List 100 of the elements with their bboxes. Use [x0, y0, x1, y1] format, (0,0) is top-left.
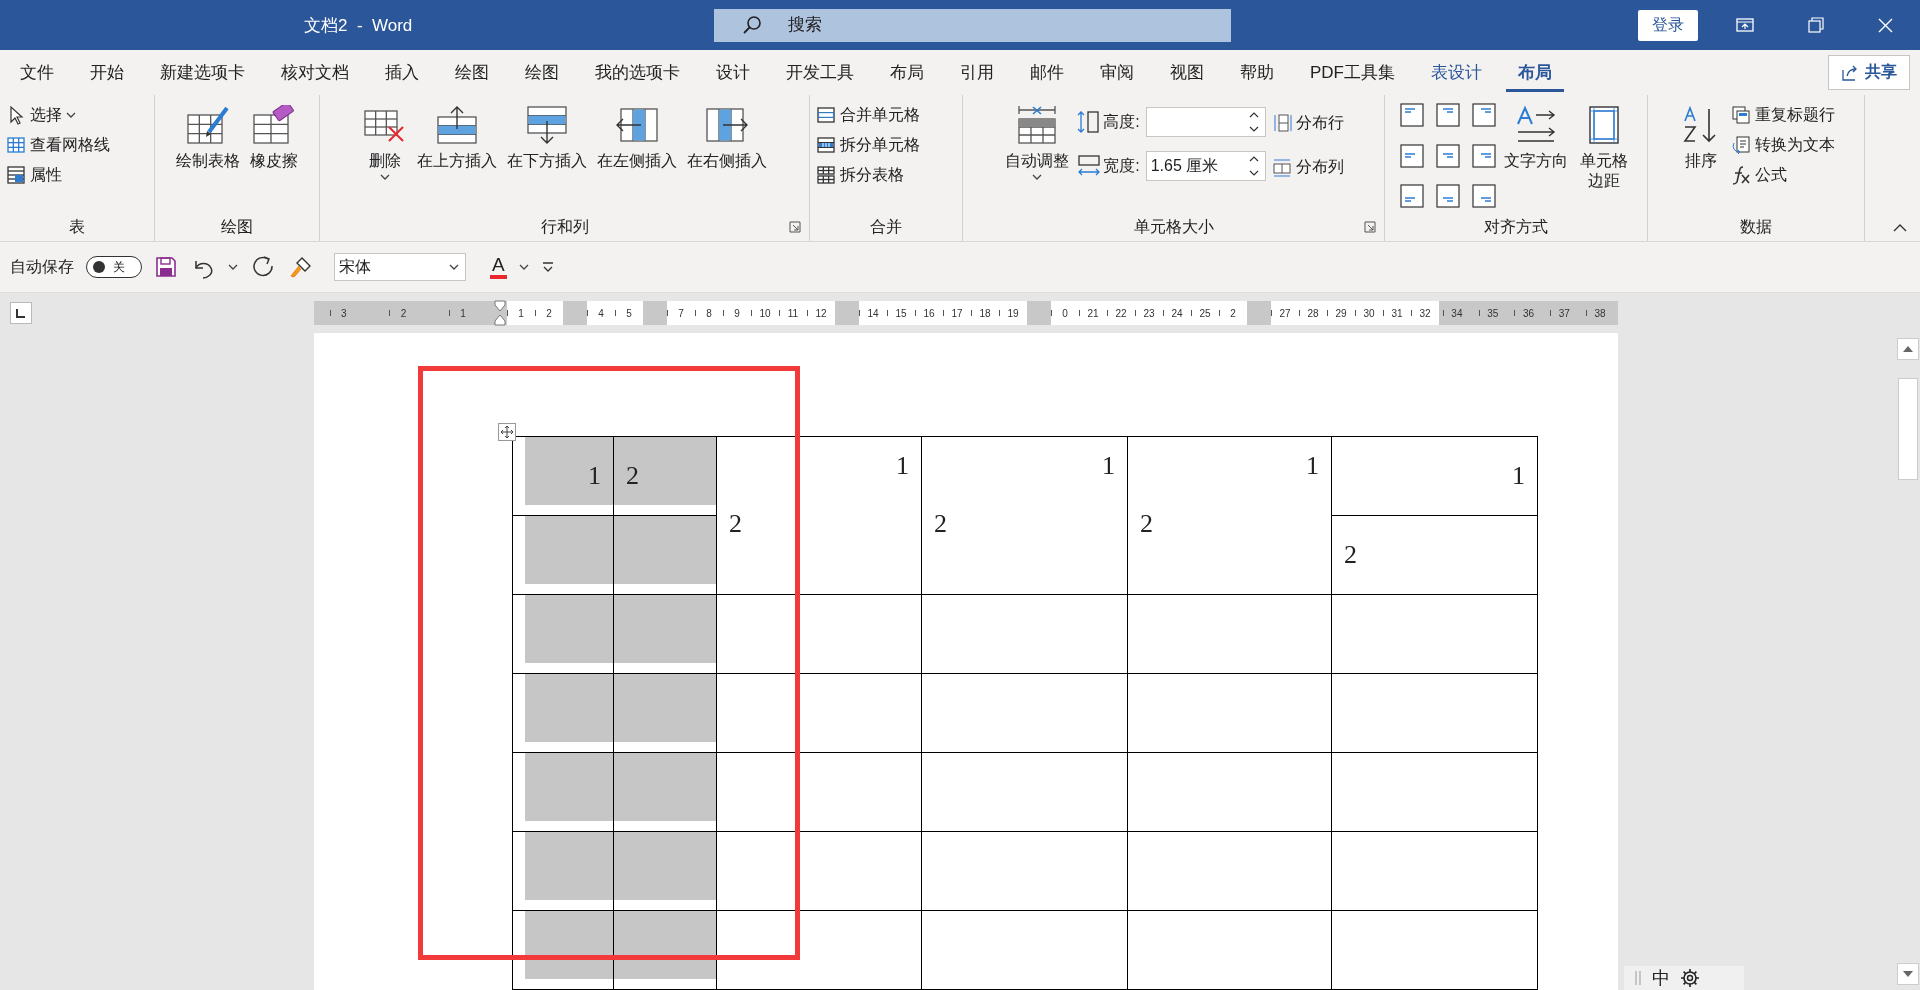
grip-icon[interactable] — [1634, 969, 1642, 987]
row-height-icon — [1077, 110, 1102, 134]
share-button[interactable]: 共享 — [1828, 55, 1910, 90]
spinner-arrows-icon[interactable] — [1248, 154, 1259, 178]
ribbon-tab[interactable]: 审阅 — [1088, 53, 1146, 92]
cell-alignment-icon[interactable] — [1400, 103, 1425, 127]
ribbon-button[interactable]: 在右侧插入 — [684, 101, 769, 213]
window-title: 文档2 - Word — [304, 14, 414, 37]
ribbon-tab[interactable]: 开始 — [78, 53, 136, 92]
table-cell: 2 — [613, 436, 717, 516]
split-cells-icon — [816, 135, 836, 155]
ribbon-tab[interactable]: 邮件 — [1018, 53, 1076, 92]
spinner-arrows-icon[interactable] — [1248, 110, 1259, 134]
dialog-launcher-icon[interactable] — [1364, 221, 1376, 233]
ribbon-button[interactable]: 合并单元格 — [816, 103, 920, 127]
ribbon-button[interactable]: 拆分单元格 — [816, 133, 920, 157]
ribbon-button[interactable]: 拆分表格 — [816, 163, 920, 187]
ribbon-button[interactable]: 查看网格线 — [6, 133, 110, 157]
ribbon-button[interactable]: 绘制表格 — [174, 101, 242, 213]
ribbon-tab[interactable]: PDF工具集 — [1298, 53, 1407, 92]
ribbon-button[interactable]: 分布行 — [1271, 111, 1344, 135]
ribbon-tab[interactable]: 插入 — [373, 53, 431, 92]
table-cell: 2 — [1331, 515, 1538, 595]
search-field[interactable]: 搜索 — [714, 8, 1231, 42]
ribbon-tab[interactable]: 文件 — [8, 53, 66, 92]
caret-icon[interactable] — [66, 112, 76, 118]
ribbon-tab[interactable]: 设计 — [704, 53, 762, 92]
save-icon[interactable] — [154, 255, 178, 279]
cell-alignment-icon[interactable] — [1436, 143, 1461, 168]
cell-alignment-icon[interactable] — [1400, 143, 1425, 168]
cell-alignment-icon[interactable] — [1400, 184, 1425, 209]
font-dropdown[interactable]: 宋体 — [334, 253, 466, 281]
ribbon-tab[interactable]: 新建选项卡 — [148, 53, 257, 92]
ribbon-tab[interactable]: 绘图 — [443, 53, 501, 92]
ribbon-button[interactable]: 重复标题行 — [1731, 103, 1835, 127]
ribbon-button[interactable]: 分布列 — [1271, 155, 1344, 179]
ribbon-button[interactable]: 转换为文本 — [1731, 133, 1835, 157]
convert-to-text-icon — [1731, 135, 1751, 155]
ribbon-tab[interactable]: 布局 — [878, 53, 936, 92]
scroll-up-icon[interactable] — [1896, 338, 1919, 360]
dialog-launcher-icon[interactable] — [789, 221, 801, 233]
cell-alignment-icon[interactable] — [1436, 103, 1461, 127]
caret-icon[interactable] — [449, 264, 459, 270]
cell-alignment-icon[interactable] — [1472, 184, 1497, 209]
grid-icon — [6, 135, 26, 155]
table-cell: 1 — [512, 436, 614, 516]
cell-text: 1 — [1306, 451, 1319, 480]
ribbon-tab[interactable]: 布局 — [1506, 53, 1564, 92]
ribbon-button[interactable]: 选择 — [6, 103, 110, 127]
ribbon-tab[interactable]: 表设计 — [1419, 53, 1494, 92]
caret-icon[interactable] — [1032, 174, 1043, 180]
caret-icon[interactable] — [228, 264, 238, 270]
cell-text: 2 — [934, 509, 947, 538]
ribbon-tab[interactable]: 视图 — [1158, 53, 1216, 92]
caret-icon[interactable] — [379, 174, 390, 180]
ribbon-tab[interactable]: 帮助 — [1228, 53, 1286, 92]
properties-icon — [6, 165, 26, 185]
scroll-down-icon[interactable] — [1896, 963, 1919, 985]
distribute-rows-icon — [1271, 113, 1292, 133]
ribbon-button[interactable]: 文字方向 — [1502, 101, 1571, 213]
caret-icon[interactable] — [518, 264, 529, 270]
ribbon-button[interactable]: 自动调整 — [1003, 101, 1072, 213]
scrollbar-thumb[interactable] — [1897, 378, 1918, 480]
settings-icon[interactable] — [1680, 968, 1700, 988]
ribbon-tab[interactable]: 我的选项卡 — [583, 53, 692, 92]
ribbon-button[interactable]: 橡皮擦 — [248, 101, 300, 213]
cell-text: 1 — [1102, 451, 1115, 480]
collapse-ribbon-icon[interactable] — [1892, 223, 1908, 233]
group-label: 单元格大小 — [1133, 216, 1214, 237]
customize-toolbar-icon[interactable] — [540, 260, 555, 274]
ribbon-tab[interactable]: 核对文档 — [269, 53, 361, 92]
formula-icon — [1731, 165, 1751, 185]
ribbon-button[interactable]: 单元格边距 — [1576, 101, 1632, 213]
column-width-icon — [1077, 154, 1102, 178]
ribbon-button[interactable]: 在上方插入 — [414, 101, 499, 213]
cell-alignment-icon[interactable] — [1436, 184, 1461, 209]
ribbon-button[interactable]: 公式 — [1731, 163, 1835, 187]
ribbon-tab[interactable]: 引用 — [948, 53, 1006, 92]
insert-column-right-icon — [704, 105, 749, 145]
ribbon-tab[interactable]: 绘图 — [513, 53, 571, 92]
indent-marker-icon[interactable] — [493, 300, 507, 326]
font-color-button[interactable]: A — [490, 255, 507, 279]
ribbon-button[interactable]: 删除 — [360, 101, 409, 213]
ribbon-button[interactable]: 属性 — [6, 163, 110, 187]
ribbon-button[interactable]: 在下方插入 — [504, 101, 589, 213]
spinner-field[interactable] — [1145, 107, 1266, 137]
autosave-toggle[interactable]: 关 — [86, 256, 142, 278]
cell-alignment-icon[interactable] — [1472, 143, 1497, 168]
table-move-handle-icon[interactable] — [498, 423, 516, 441]
search-icon — [742, 14, 762, 35]
tab-selector-icon[interactable] — [10, 302, 32, 324]
login-button[interactable]: 登录 — [1638, 9, 1698, 41]
cell-alignment-icon[interactable] — [1472, 103, 1497, 127]
group-label: 表 — [69, 216, 85, 237]
input-mode-button[interactable]: 中 — [1652, 966, 1670, 990]
ribbon-tab[interactable]: 开发工具 — [774, 53, 866, 92]
ribbon-button[interactable]: 排序 — [1677, 101, 1725, 213]
spinner-field[interactable]: 1.65 厘米 — [1145, 151, 1266, 181]
split-table-icon — [816, 165, 836, 185]
ribbon-button[interactable]: 在左侧插入 — [594, 101, 679, 213]
